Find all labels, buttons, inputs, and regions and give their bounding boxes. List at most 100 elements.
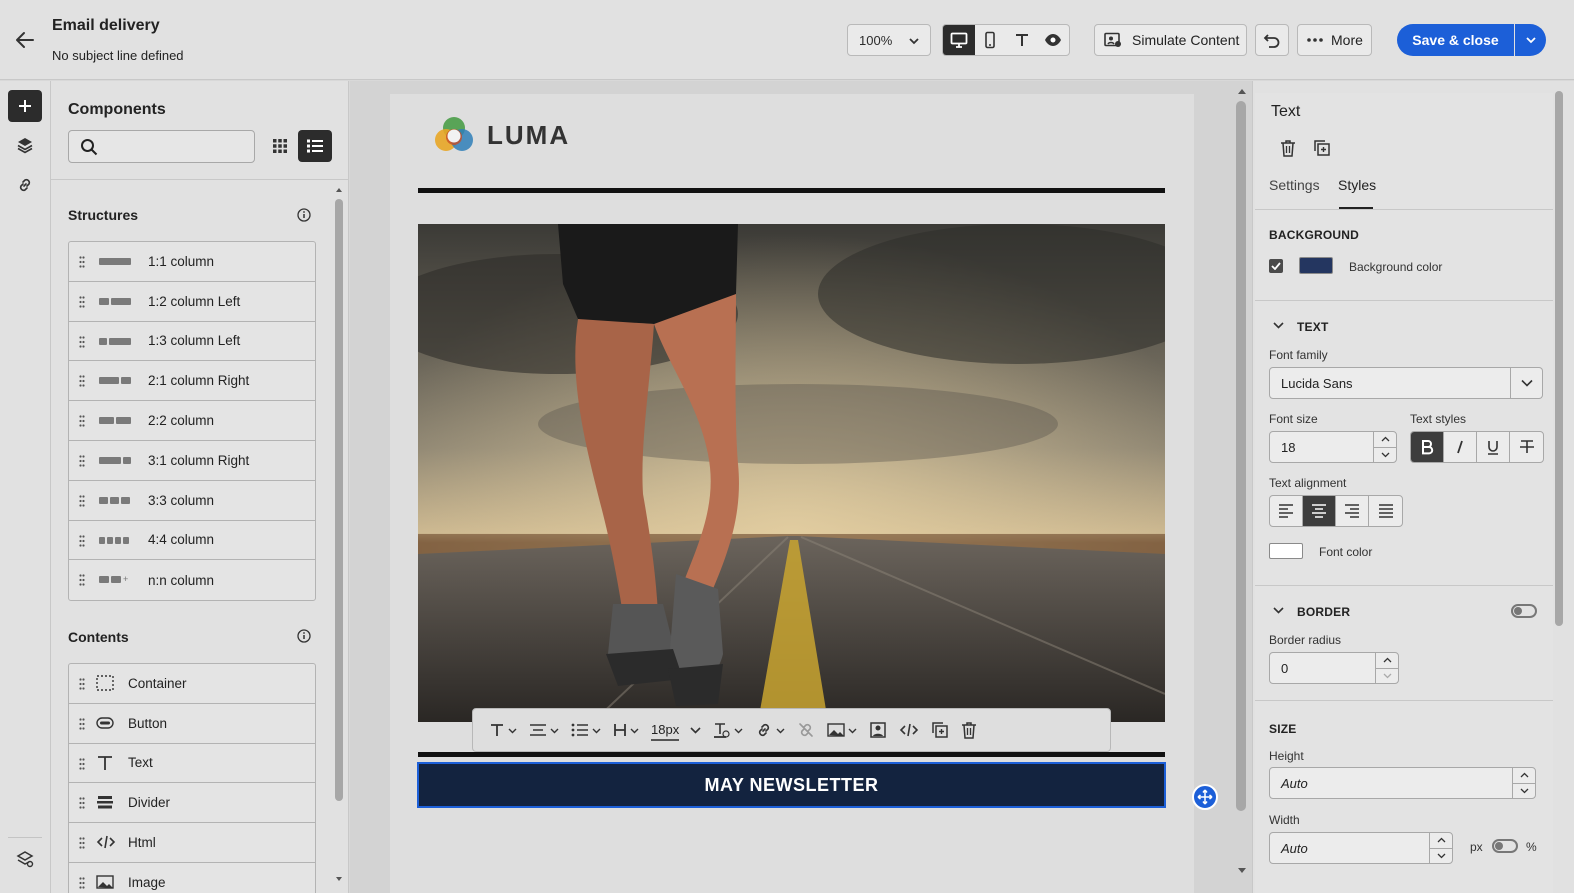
align-justify-icon[interactable] [1369, 496, 1402, 526]
align-center-icon[interactable] [1303, 496, 1336, 526]
list-view-icon[interactable] [298, 130, 332, 162]
chevron-up-icon[interactable] [1513, 768, 1535, 784]
delete-button[interactable] [955, 715, 983, 745]
duplicate-button[interactable] [925, 715, 955, 745]
canvas-scroll-thumb[interactable] [1236, 101, 1246, 811]
layers-icon[interactable] [8, 129, 42, 161]
image-dropdown[interactable] [821, 715, 863, 745]
chevron-down-icon[interactable] [1376, 669, 1398, 684]
info-icon[interactable] [297, 208, 311, 222]
structure-item[interactable]: 2:1 column Right [69, 361, 315, 402]
width-input[interactable]: Auto [1269, 832, 1430, 864]
drag-handle-icon [79, 375, 85, 387]
chevron-down-icon[interactable] [1430, 849, 1452, 864]
italic-icon[interactable] [1444, 432, 1477, 462]
move-handle-icon[interactable] [1192, 784, 1218, 810]
chevron-up-icon[interactable] [1430, 833, 1452, 849]
font-size-dropdown[interactable]: 18px [645, 715, 707, 745]
back-arrow-icon[interactable] [13, 28, 37, 52]
undo-button[interactable] [1255, 24, 1289, 56]
unit-toggle[interactable] [1492, 839, 1518, 853]
source-code-button[interactable] [893, 715, 925, 745]
structure-item[interactable]: 1:2 column Left [69, 282, 315, 322]
newsletter-text-block[interactable]: MAY NEWSLETTER [417, 762, 1166, 808]
heading-dropdown[interactable] [607, 715, 645, 745]
font-size-stepper[interactable] [1373, 431, 1397, 463]
structure-item[interactable]: 4:4 column [69, 521, 315, 561]
add-components-icon[interactable] [8, 90, 42, 122]
personalization-button[interactable] [863, 715, 893, 745]
background-color-swatch[interactable] [1299, 257, 1333, 274]
border-radius-input[interactable]: 0 [1269, 652, 1376, 684]
structure-item[interactable]: 3:1 column Right [69, 441, 315, 481]
border-toggle[interactable] [1511, 604, 1537, 618]
underline-icon[interactable] [1477, 432, 1510, 462]
font-family-dropdown-button[interactable] [1511, 367, 1543, 399]
tab-styles[interactable]: Styles [1338, 177, 1376, 193]
structure-item[interactable]: 3:3 column [69, 481, 315, 521]
grid-view-icon[interactable] [264, 130, 296, 162]
info-icon[interactable] [297, 629, 311, 643]
content-item-container[interactable]: Container [69, 664, 315, 704]
chevron-down-icon[interactable] [1513, 784, 1535, 799]
font-size-input[interactable]: 18 [1269, 431, 1374, 463]
text-color-dropdown[interactable] [707, 715, 749, 745]
components-scroll-thumb[interactable] [335, 199, 343, 801]
mobile-view-icon[interactable] [975, 25, 1007, 55]
content-item-html[interactable]: Html [69, 823, 315, 863]
save-options-button[interactable] [1515, 24, 1546, 56]
align-right-icon[interactable] [1336, 496, 1369, 526]
tab-settings[interactable]: Settings [1269, 177, 1320, 193]
search-input[interactable] [105, 137, 245, 157]
text-type-dropdown[interactable] [483, 715, 523, 745]
zoom-select[interactable]: 100% [847, 24, 931, 56]
chevron-up-icon[interactable] [1374, 432, 1396, 448]
chevron-down-icon[interactable] [1273, 321, 1284, 330]
font-family-select[interactable]: Lucida Sans [1269, 367, 1511, 399]
chevron-down-icon[interactable] [1374, 448, 1396, 463]
align-left-icon[interactable] [1270, 496, 1303, 526]
drag-handle-icon [79, 678, 85, 690]
structure-item[interactable]: 1:1 column [69, 242, 315, 282]
divider-line[interactable] [418, 188, 1165, 193]
simulate-content-button[interactable]: Simulate Content [1094, 24, 1247, 56]
border-radius-stepper[interactable] [1375, 652, 1399, 684]
links-icon[interactable] [8, 169, 42, 201]
structure-thumbnail-icon [99, 456, 131, 464]
trash-icon[interactable] [1275, 135, 1301, 161]
properties-scroll-thumb[interactable] [1555, 91, 1563, 626]
content-item-button[interactable]: Button [69, 704, 315, 744]
chevron-up-icon[interactable] [1376, 653, 1398, 669]
chevron-down-icon[interactable] [1273, 606, 1284, 615]
duplicate-icon[interactable] [1309, 135, 1335, 161]
more-button[interactable]: More [1297, 24, 1372, 56]
unlink-button[interactable] [791, 715, 821, 745]
list-dropdown[interactable] [565, 715, 607, 745]
save-close-button[interactable]: Save & close [1397, 24, 1514, 56]
desktop-view-icon[interactable] [943, 25, 975, 55]
width-stepper[interactable] [1429, 832, 1453, 864]
divider-line[interactable] [418, 752, 1165, 757]
structure-item[interactable]: 2:2 column [69, 401, 315, 441]
layers-settings-icon[interactable] [8, 843, 42, 875]
text-view-icon[interactable] [1006, 25, 1038, 55]
luma-logo[interactable]: LUMA [433, 114, 570, 156]
hero-image[interactable] [418, 224, 1165, 722]
height-stepper[interactable] [1512, 767, 1536, 799]
font-color-swatch[interactable] [1269, 543, 1303, 559]
align-dropdown[interactable] [523, 715, 565, 745]
height-input[interactable]: Auto [1269, 767, 1513, 799]
preview-eye-icon[interactable] [1038, 25, 1070, 55]
structure-item[interactable]: + n:n column [69, 560, 315, 600]
bold-icon[interactable] [1411, 432, 1444, 462]
background-checkbox[interactable] [1269, 259, 1283, 273]
link-dropdown[interactable] [749, 715, 791, 745]
strikethrough-icon[interactable] [1510, 432, 1543, 462]
content-item-divider[interactable]: Divider [69, 783, 315, 824]
content-item-image[interactable]: Image [69, 863, 315, 893]
newsletter-heading[interactable]: MAY NEWSLETTER [704, 775, 878, 796]
content-item-text[interactable]: Text [69, 744, 315, 784]
drag-handle-icon [79, 574, 85, 586]
structure-item[interactable]: 1:3 column Left [69, 322, 315, 362]
components-search[interactable] [68, 130, 255, 163]
